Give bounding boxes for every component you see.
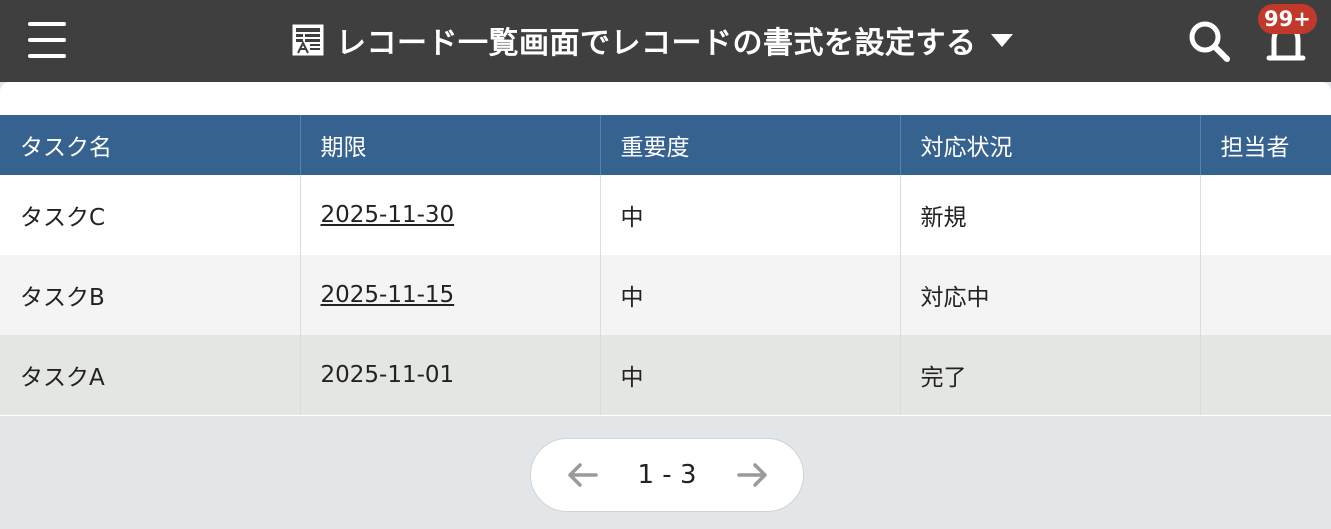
status-cell: 対応中 bbox=[900, 255, 1201, 335]
chevron-down-icon bbox=[990, 33, 1013, 47]
due-date-link[interactable]: 2025-11-30 bbox=[321, 202, 455, 228]
column-header-status[interactable]: 対応状況 bbox=[900, 115, 1201, 175]
due-cell: 2025-11-30 bbox=[300, 175, 601, 255]
arrow-right-icon[interactable] bbox=[735, 457, 771, 493]
task-cell: タスクC bbox=[0, 175, 301, 255]
pagination: 1 - 3 bbox=[530, 438, 804, 512]
table-row[interactable]: タスクA 2025-11-01 中 完了 bbox=[0, 335, 1331, 415]
priority-cell: 中 bbox=[600, 335, 901, 415]
app-title: レコード一覧画面でレコードの書式を設定する bbox=[336, 26, 977, 61]
notification-badge: 99+ bbox=[1258, 4, 1317, 34]
table-row[interactable]: タスクB 2025-11-15 中 対応中 bbox=[0, 255, 1331, 335]
assignee-cell bbox=[1200, 335, 1331, 415]
record-list-panel: タスク名 期限 重要度 対応状況 担当者 タスクC 2025-11-30 中 新… bbox=[0, 82, 1331, 416]
record-table: タスク名 期限 重要度 対応状況 担当者 タスクC 2025-11-30 中 新… bbox=[0, 115, 1331, 415]
priority-cell: 中 bbox=[600, 175, 901, 255]
column-header-due[interactable]: 期限 bbox=[300, 115, 601, 175]
search-icon[interactable] bbox=[1186, 18, 1232, 64]
due-cell: 2025-11-15 bbox=[300, 255, 601, 335]
due-cell: 2025-11-01 bbox=[300, 335, 601, 415]
column-header-assignee[interactable]: 担当者 bbox=[1200, 115, 1331, 175]
app-title-dropdown[interactable]: レコード一覧画面でレコードの書式を設定する bbox=[292, 19, 1013, 61]
status-cell: 完了 bbox=[900, 335, 1201, 415]
task-cell: タスクB bbox=[0, 255, 301, 335]
menu-icon[interactable] bbox=[28, 20, 66, 60]
app-icon bbox=[292, 24, 324, 56]
column-header-task[interactable]: タスク名 bbox=[0, 115, 301, 175]
due-date-link[interactable]: 2025-11-15 bbox=[321, 282, 455, 308]
priority-cell: 中 bbox=[600, 255, 901, 335]
status-cell: 新規 bbox=[900, 175, 1201, 255]
top-bar: レコード一覧画面でレコードの書式を設定する 99+ bbox=[0, 0, 1331, 82]
filter-strip bbox=[0, 82, 1331, 115]
table-row[interactable]: タスクC 2025-11-30 中 新規 bbox=[0, 175, 1331, 255]
page-range: 1 - 3 bbox=[637, 460, 697, 490]
assignee-cell bbox=[1200, 255, 1331, 335]
task-cell: タスクA bbox=[0, 335, 301, 415]
assignee-cell bbox=[1200, 175, 1331, 255]
arrow-left-icon[interactable] bbox=[564, 457, 600, 493]
column-header-priority[interactable]: 重要度 bbox=[600, 115, 901, 175]
table-header-row: タスク名 期限 重要度 対応状況 担当者 bbox=[0, 115, 1331, 175]
